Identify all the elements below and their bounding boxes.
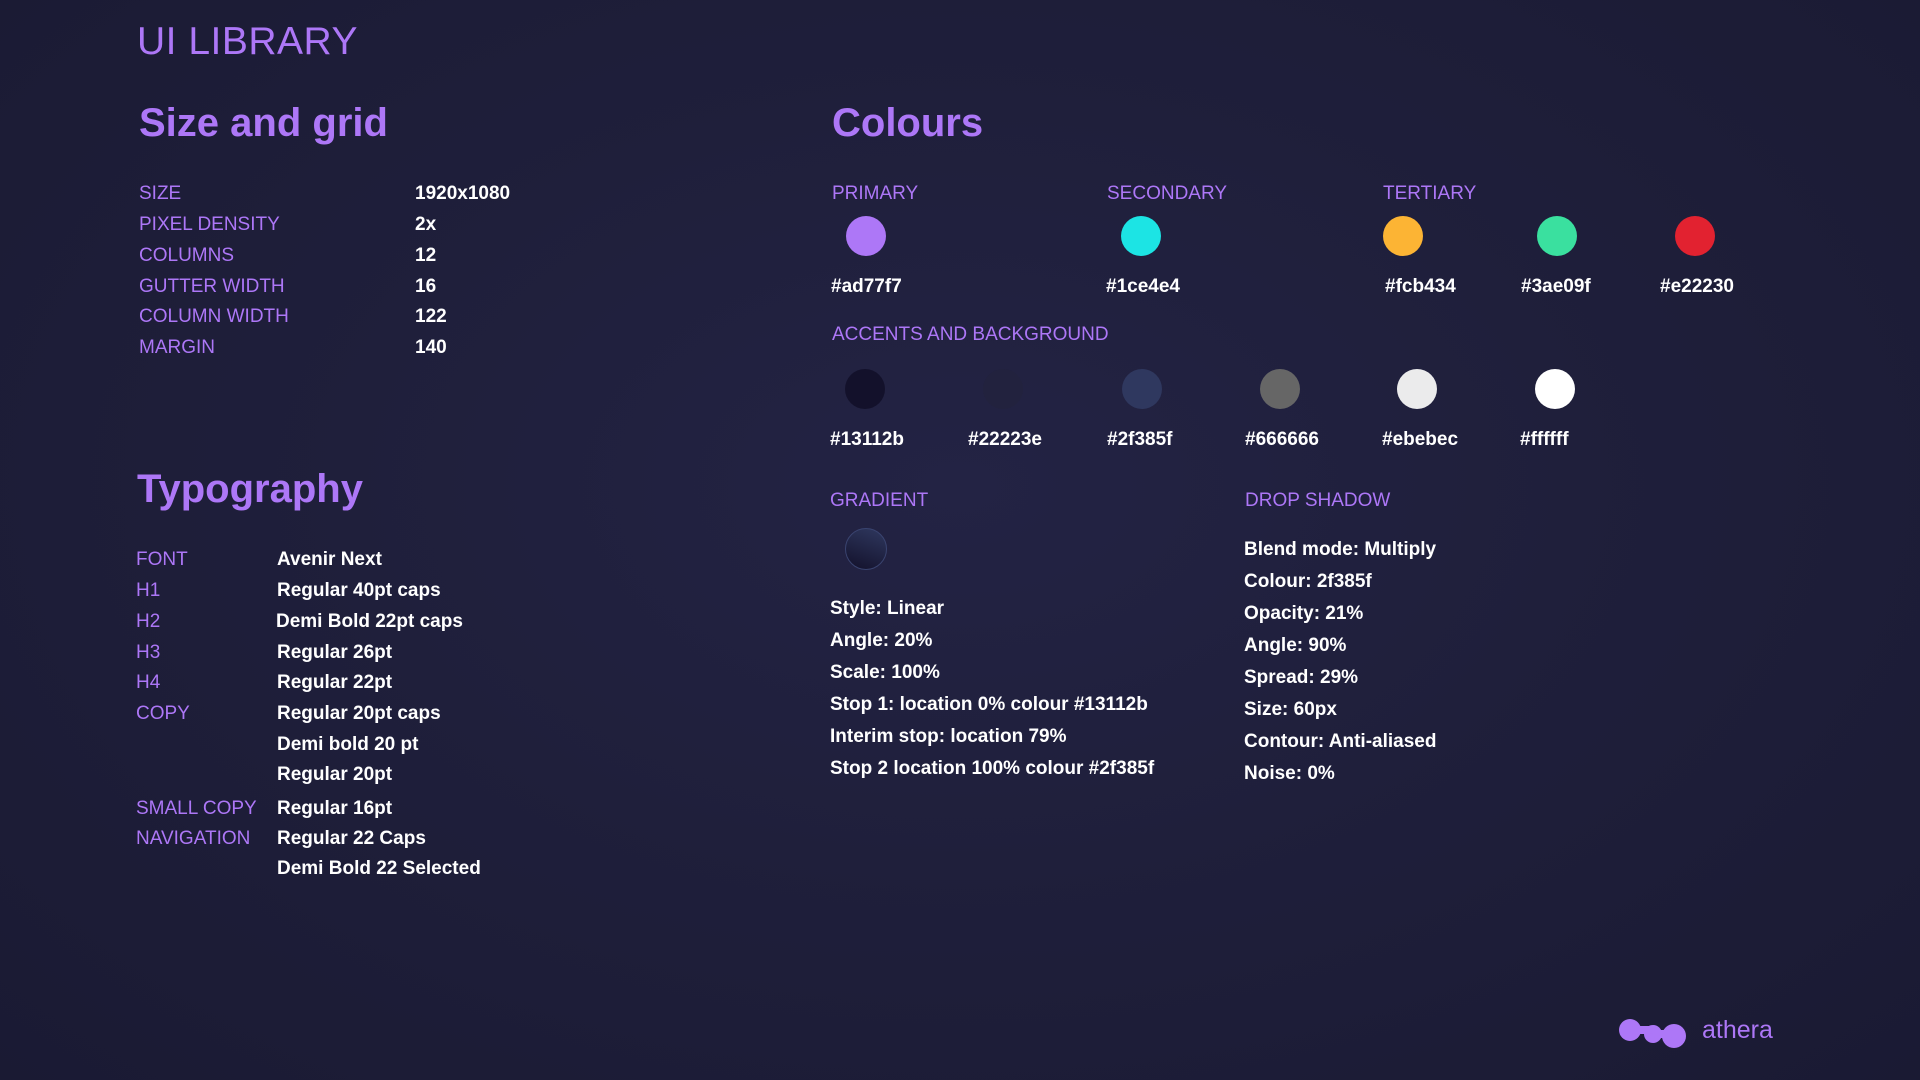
gradient-label: GRADIENT [830, 490, 929, 511]
drop-shadow-label: DROP SHADOW [1245, 490, 1391, 511]
typography-label: H1 [136, 580, 161, 601]
swatch-accent [1397, 369, 1437, 409]
size-grid-label: SIZE [139, 183, 182, 204]
size-grid-label: COLUMN WIDTH [139, 306, 289, 327]
size-grid-value: 16 [415, 276, 437, 297]
colours-heading: Colours [832, 101, 984, 145]
gradient-line: Angle: 20% [830, 630, 933, 651]
swatch-hex: #e22230 [1660, 276, 1734, 297]
size-grid-value: 12 [415, 245, 437, 266]
gradient-line: Stop 1: location 0% colour #13112b [830, 694, 1148, 715]
typography-value: Regular 20pt [277, 764, 393, 785]
swatch-tertiary-orange [1383, 216, 1423, 256]
drop-shadow-line: Angle: 90% [1244, 635, 1347, 656]
swatch-accent [1122, 369, 1162, 409]
swatch-primary [846, 216, 886, 256]
swatch-hex: #3ae09f [1521, 276, 1591, 297]
swatch-hex: #2f385f [1107, 429, 1173, 450]
typography-value: Demi Bold 22pt caps [276, 611, 463, 632]
swatch-hex: #22223e [968, 429, 1042, 450]
swatch-accent [845, 369, 885, 409]
typography-value: Regular 40pt caps [277, 580, 441, 601]
size-grid-label: COLUMNS [139, 245, 235, 266]
drop-shadow-line: Colour: 2f385f [1244, 571, 1372, 592]
typography-value: Demi Bold 22 Selected [277, 858, 481, 879]
size-grid-value: 122 [415, 306, 447, 327]
size-grid-value: 140 [415, 337, 447, 358]
swatch-hex: #ebebec [1382, 429, 1459, 450]
primary-label: PRIMARY [832, 183, 919, 204]
size-grid-value: 2x [415, 214, 437, 235]
typography-value: Demi bold 20 pt [277, 734, 419, 755]
brand-name: athera [1702, 1016, 1773, 1044]
swatch-accent [983, 369, 1023, 409]
gradient-swatch [845, 528, 887, 570]
size-grid-heading: Size and grid [139, 101, 388, 145]
swatch-tertiary-red [1675, 216, 1715, 256]
typography-value: Regular 26pt [277, 642, 393, 663]
swatch-accent [1260, 369, 1300, 409]
drop-shadow-line: Contour: Anti-aliased [1244, 731, 1437, 752]
secondary-label: SECONDARY [1107, 183, 1228, 204]
drop-shadow-line: Spread: 29% [1244, 667, 1359, 688]
typography-heading: Typography [137, 467, 363, 511]
typography-value: Avenir Next [277, 549, 382, 570]
typography-label: NAVIGATION [136, 828, 251, 849]
typography-label: H2 [136, 611, 161, 632]
typography-value: Regular 16pt [277, 798, 393, 819]
typography-label: SMALL COPY [136, 798, 257, 819]
swatch-secondary [1121, 216, 1161, 256]
size-grid-label: PIXEL DENSITY [139, 214, 280, 235]
gradient-line: Interim stop: location 79% [830, 726, 1067, 747]
swatch-hex: #13112b [830, 429, 904, 450]
size-grid-value: 1920x1080 [415, 183, 511, 204]
drop-shadow-line: Opacity: 21% [1244, 603, 1364, 624]
swatch-hex: #1ce4e4 [1106, 276, 1180, 297]
gradient-line: Style: Linear [830, 598, 945, 619]
accents-label: ACCENTS AND BACKGROUND [832, 324, 1109, 345]
typography-label: H4 [136, 672, 161, 693]
typography-value: Regular 20pt caps [277, 703, 441, 724]
size-grid-label: MARGIN [139, 337, 215, 358]
swatch-hex: #666666 [1245, 429, 1319, 450]
typography-label: COPY [136, 703, 190, 724]
swatch-hex: #ad77f7 [831, 276, 902, 297]
drop-shadow-line: Size: 60px [1244, 699, 1337, 720]
gradient-line: Scale: 100% [830, 662, 940, 683]
swatch-accent [1535, 369, 1575, 409]
typography-label: FONT [136, 549, 188, 570]
page-title: UI LIBRARY [137, 20, 359, 63]
drop-shadow-line: Noise: 0% [1244, 763, 1335, 784]
tertiary-label: TERTIARY [1383, 183, 1477, 204]
typography-value: Regular 22 Caps [277, 828, 426, 849]
drop-shadow-line: Blend mode: Multiply [1244, 539, 1437, 560]
swatch-hex: #fcb434 [1385, 276, 1456, 297]
size-grid-label: GUTTER WIDTH [139, 276, 285, 297]
gradient-line: Stop 2 location 100% colour #2f385f [830, 758, 1155, 779]
swatch-hex: #ffffff [1520, 429, 1569, 450]
typography-value: Regular 22pt [277, 672, 393, 693]
swatch-tertiary-green [1537, 216, 1577, 256]
typography-label: H3 [136, 642, 161, 663]
